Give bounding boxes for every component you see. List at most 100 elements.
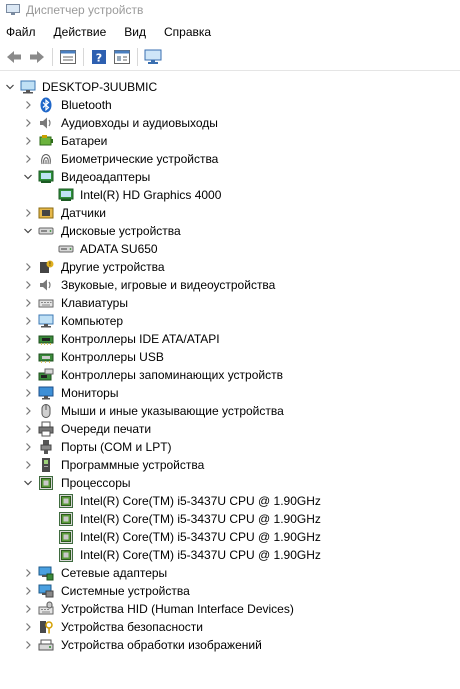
keyboard-icon: [38, 295, 54, 311]
chevron-right-icon: [26, 317, 31, 325]
menu-view[interactable]: Вид: [124, 25, 146, 39]
expand-toggle[interactable]: [22, 171, 34, 183]
tree-category[interactable]: Системные устройства: [0, 582, 460, 600]
forward-button[interactable]: [27, 47, 47, 67]
tree-device[interactable]: Intel(R) Core(TM) i5-3437U CPU @ 1.90GHz: [0, 528, 460, 546]
tree-category[interactable]: Устройства HID (Human Interface Devices): [0, 600, 460, 618]
expand-toggle[interactable]: [22, 297, 34, 309]
expand-toggle[interactable]: [22, 423, 34, 435]
expand-toggle[interactable]: [22, 261, 34, 273]
expand-toggle[interactable]: [22, 387, 34, 399]
help-button[interactable]: ?: [89, 47, 109, 67]
tree-device[interactable]: Intel(R) Core(TM) i5-3437U CPU @ 1.90GHz: [0, 492, 460, 510]
tree-category[interactable]: Мониторы: [0, 384, 460, 402]
back-button[interactable]: [4, 47, 24, 67]
chevron-down-icon: [24, 228, 32, 234]
tree-item-label: Контроллеры IDE ATA/ATAPI: [61, 332, 220, 346]
network-adapter-icon: [38, 565, 54, 581]
expand-toggle[interactable]: [22, 405, 34, 417]
tree-category[interactable]: Мыши и иные указывающие устройства: [0, 402, 460, 420]
expand-toggle[interactable]: [22, 225, 34, 237]
speaker-icon: [38, 277, 54, 293]
menu-help[interactable]: Справка: [164, 25, 211, 39]
expand-toggle[interactable]: [22, 135, 34, 147]
expand-toggle[interactable]: [22, 603, 34, 615]
tree-category[interactable]: Программные устройства: [0, 456, 460, 474]
tree-category[interactable]: ! Другие устройства: [0, 258, 460, 276]
speaker-icon: [38, 115, 54, 131]
chevron-right-icon: [26, 641, 31, 649]
tree-category[interactable]: Контроллеры IDE ATA/ATAPI: [0, 330, 460, 348]
battery-icon: [38, 133, 54, 149]
tree-category[interactable]: Сетевые адаптеры: [0, 564, 460, 582]
tree-category[interactable]: Контроллеры USB: [0, 348, 460, 366]
menu-bar: Файл Действие Вид Справка: [0, 20, 460, 44]
printer-icon: [38, 421, 54, 437]
tree-device[interactable]: Intel(R) Core(TM) i5-3437U CPU @ 1.90GHz: [0, 510, 460, 528]
device-manager-icon: [6, 4, 20, 15]
tree-category[interactable]: Звуковые, игровые и видеоустройства: [0, 276, 460, 294]
properties-icon: [60, 50, 76, 64]
properties-button[interactable]: [58, 47, 78, 67]
chevron-right-icon: [26, 371, 31, 379]
expand-toggle[interactable]: [22, 99, 34, 111]
tree-category[interactable]: Аудиовходы и аудиовыходы: [0, 114, 460, 132]
expand-toggle[interactable]: [22, 441, 34, 453]
view-button[interactable]: [112, 47, 132, 67]
menu-file[interactable]: Файл: [6, 25, 36, 39]
chevron-right-icon: [26, 209, 31, 217]
tree-category[interactable]: Видеоадаптеры: [0, 168, 460, 186]
tree-category[interactable]: Компьютер: [0, 312, 460, 330]
expand-toggle[interactable]: [22, 477, 34, 489]
chevron-right-icon: [26, 101, 31, 109]
tree-item-label: Intel(R) Core(TM) i5-3437U CPU @ 1.90GHz: [80, 530, 321, 544]
expand-toggle[interactable]: [22, 585, 34, 597]
help-icon: ?: [92, 50, 106, 65]
tree-category[interactable]: Клавиатуры: [0, 294, 460, 312]
chevron-right-icon: [26, 263, 31, 271]
tree-category[interactable]: Устройства безопасности: [0, 618, 460, 636]
tree-category[interactable]: Очереди печати: [0, 420, 460, 438]
chevron-right-icon: [26, 569, 31, 577]
expand-toggle[interactable]: [22, 621, 34, 633]
tree-root[interactable]: DESKTOP-3UUBMIC: [0, 78, 460, 96]
tree-device[interactable]: Intel(R) Core(TM) i5-3437U CPU @ 1.90GHz: [0, 546, 460, 564]
tree-category[interactable]: Процессоры: [0, 474, 460, 492]
chevron-right-icon: [26, 155, 31, 163]
tree-category[interactable]: Контроллеры запоминающих устройств: [0, 366, 460, 384]
expand-toggle[interactable]: [22, 351, 34, 363]
tree-category[interactable]: Батареи: [0, 132, 460, 150]
processor-icon: [58, 547, 74, 563]
menu-action[interactable]: Действие: [54, 25, 107, 39]
tree-item-label: Порты (COM и LPT): [61, 440, 172, 454]
tree-item-label: Процессоры: [61, 476, 131, 490]
port-icon: [38, 439, 54, 455]
expand-toggle[interactable]: [22, 567, 34, 579]
tree-category[interactable]: Устройства обработки изображений: [0, 636, 460, 654]
expand-toggle[interactable]: [22, 333, 34, 345]
tree-category[interactable]: Дисковые устройства: [0, 222, 460, 240]
tree-item-label: ADATA SU650: [80, 242, 158, 256]
expand-toggle[interactable]: [22, 279, 34, 291]
tree-category[interactable]: Bluetooth: [0, 96, 460, 114]
expand-toggle[interactable]: [22, 369, 34, 381]
toolbar: ?: [0, 44, 460, 71]
tree-device[interactable]: ADATA SU650: [0, 240, 460, 258]
tree-device[interactable]: Intel(R) HD Graphics 4000: [0, 186, 460, 204]
expand-toggle[interactable]: [22, 117, 34, 129]
tree-item-label: Клавиатуры: [61, 296, 128, 310]
expand-toggle[interactable]: [22, 639, 34, 651]
tree-item-label: Системные устройства: [61, 584, 190, 598]
expand-toggle[interactable]: [4, 81, 16, 93]
expand-toggle[interactable]: [22, 459, 34, 471]
scan-hardware-button[interactable]: [143, 47, 163, 67]
expand-toggle[interactable]: [22, 207, 34, 219]
chevron-right-icon: [26, 605, 31, 613]
expand-toggle[interactable]: [22, 153, 34, 165]
chevron-right-icon: [26, 119, 31, 127]
expand-toggle[interactable]: [22, 315, 34, 327]
tree-category[interactable]: Датчики: [0, 204, 460, 222]
tree-category[interactable]: Порты (COM и LPT): [0, 438, 460, 456]
computer-icon: [20, 79, 36, 95]
tree-category[interactable]: Биометрические устройства: [0, 150, 460, 168]
